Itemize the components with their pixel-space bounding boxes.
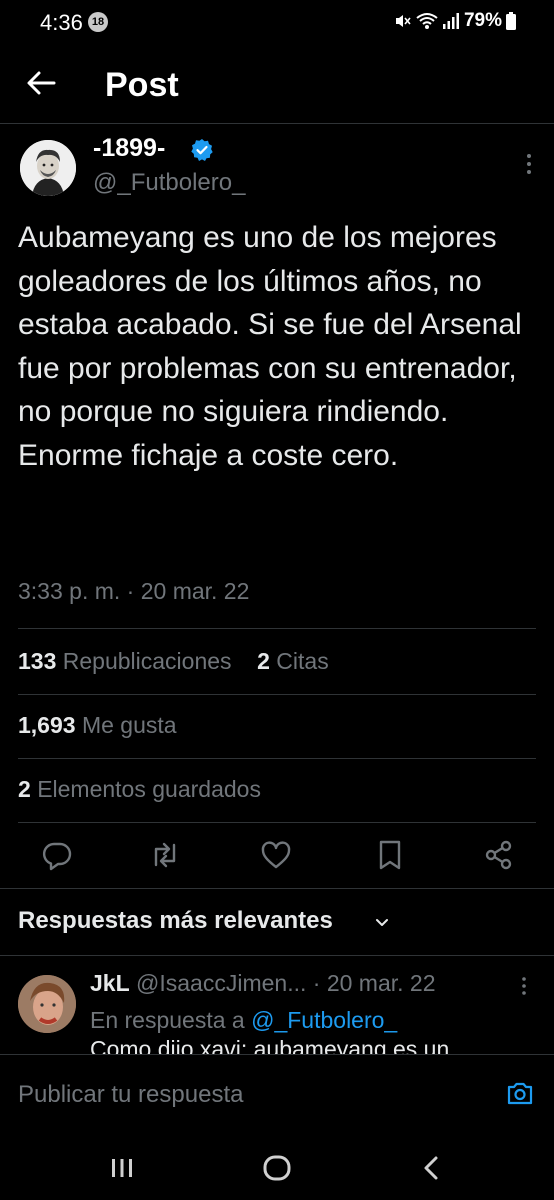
reply-text-preview: Como dijo xavi: aubameyang es un xyxy=(90,1040,530,1054)
reply-to-handle-link[interactable]: @_Futbolero_ xyxy=(251,1007,397,1033)
author-avatar[interactable] xyxy=(20,140,76,196)
divider xyxy=(18,758,536,759)
author-display-name[interactable]: -1899- xyxy=(93,134,165,163)
reply-avatar-image xyxy=(18,975,76,1033)
replies-sort-dropdown[interactable]: Respuestas más relevantes xyxy=(18,907,333,935)
share-icon[interactable] xyxy=(482,838,516,872)
verified-badge-icon xyxy=(191,139,213,161)
divider xyxy=(18,694,536,695)
post-action-bar xyxy=(0,838,554,874)
reply-more-vertical-icon[interactable] xyxy=(518,975,530,997)
recent-apps-icon[interactable] xyxy=(106,1152,138,1184)
mute-icon xyxy=(395,15,411,27)
reply-author-handle[interactable]: @IsaaccJimen... xyxy=(136,970,306,996)
reply-icon[interactable] xyxy=(40,838,74,872)
bookmarks-count: 2 xyxy=(18,776,31,802)
repost-icon[interactable] xyxy=(148,838,182,872)
reply-input[interactable]: Publicar tu respuesta xyxy=(18,1081,243,1109)
divider xyxy=(0,888,554,889)
reply-to-line: En respuesta a @_Futbolero_ xyxy=(90,1007,397,1034)
bookmarks-stat[interactable]: 2 Elementos guardados xyxy=(18,776,261,803)
heart-icon[interactable] xyxy=(259,838,293,872)
wifi-icon xyxy=(416,13,438,29)
stats-reposts-quotes: 133 Republicaciones 2 Citas xyxy=(18,648,329,675)
back-arrow-icon[interactable] xyxy=(24,66,58,100)
battery-icon xyxy=(506,12,516,30)
back-nav-icon[interactable] xyxy=(416,1152,448,1184)
reposts-label: Republicaciones xyxy=(62,648,232,674)
status-bar: 4:36 18 79% xyxy=(0,0,554,46)
quotes-stat[interactable]: 2 Citas xyxy=(257,648,329,674)
battery-percent: 79% xyxy=(463,10,502,31)
camera-icon[interactable] xyxy=(506,1079,534,1107)
system-navigation-bar xyxy=(0,1136,554,1200)
post-timestamp[interactable]: 3:33 p. m. · 20 mar. 22 xyxy=(18,578,249,605)
signal-icon xyxy=(442,13,459,29)
top-app-bar: Post xyxy=(0,46,554,124)
status-icons: 79% xyxy=(394,10,516,32)
likes-stat[interactable]: 1,693 Me gusta xyxy=(18,712,177,739)
chevron-down-icon[interactable] xyxy=(374,916,390,930)
likes-count: 1,693 xyxy=(18,712,76,738)
avatar-portrait-image xyxy=(20,140,76,196)
quotes-label: Citas xyxy=(276,648,329,674)
notification-count-badge: 18 xyxy=(88,12,108,32)
more-vertical-icon[interactable] xyxy=(522,152,536,176)
reply-text: Como dijo xavi: aubameyang es un xyxy=(90,1040,450,1054)
bookmarks-label: Elementos guardados xyxy=(37,776,261,802)
divider xyxy=(18,628,536,629)
reply-date: · 20 mar. 22 xyxy=(312,970,436,996)
reposts-stat[interactable]: 133 Republicaciones xyxy=(18,648,232,674)
quotes-count: 2 xyxy=(257,648,270,674)
compose-bar: Publicar tu respuesta xyxy=(0,1054,554,1136)
divider xyxy=(18,822,536,823)
author-handle[interactable]: @_Futbolero_ xyxy=(93,169,245,197)
bookmark-icon[interactable] xyxy=(373,838,407,872)
reply-header: JkL @IsaaccJimen... · 20 mar. 22 xyxy=(90,970,436,997)
post-text: Aubameyang es uno de los mejores goleado… xyxy=(18,221,522,472)
status-time: 4:36 xyxy=(40,10,83,35)
home-icon[interactable] xyxy=(261,1152,293,1184)
reply-to-prefix: En respuesta a xyxy=(90,1007,245,1033)
reply-author-name[interactable]: JkL xyxy=(90,970,130,996)
reposts-count: 133 xyxy=(18,648,57,674)
divider xyxy=(0,955,554,956)
page-title: Post xyxy=(105,66,179,104)
reply-avatar[interactable] xyxy=(18,975,76,1033)
likes-label: Me gusta xyxy=(81,712,177,738)
